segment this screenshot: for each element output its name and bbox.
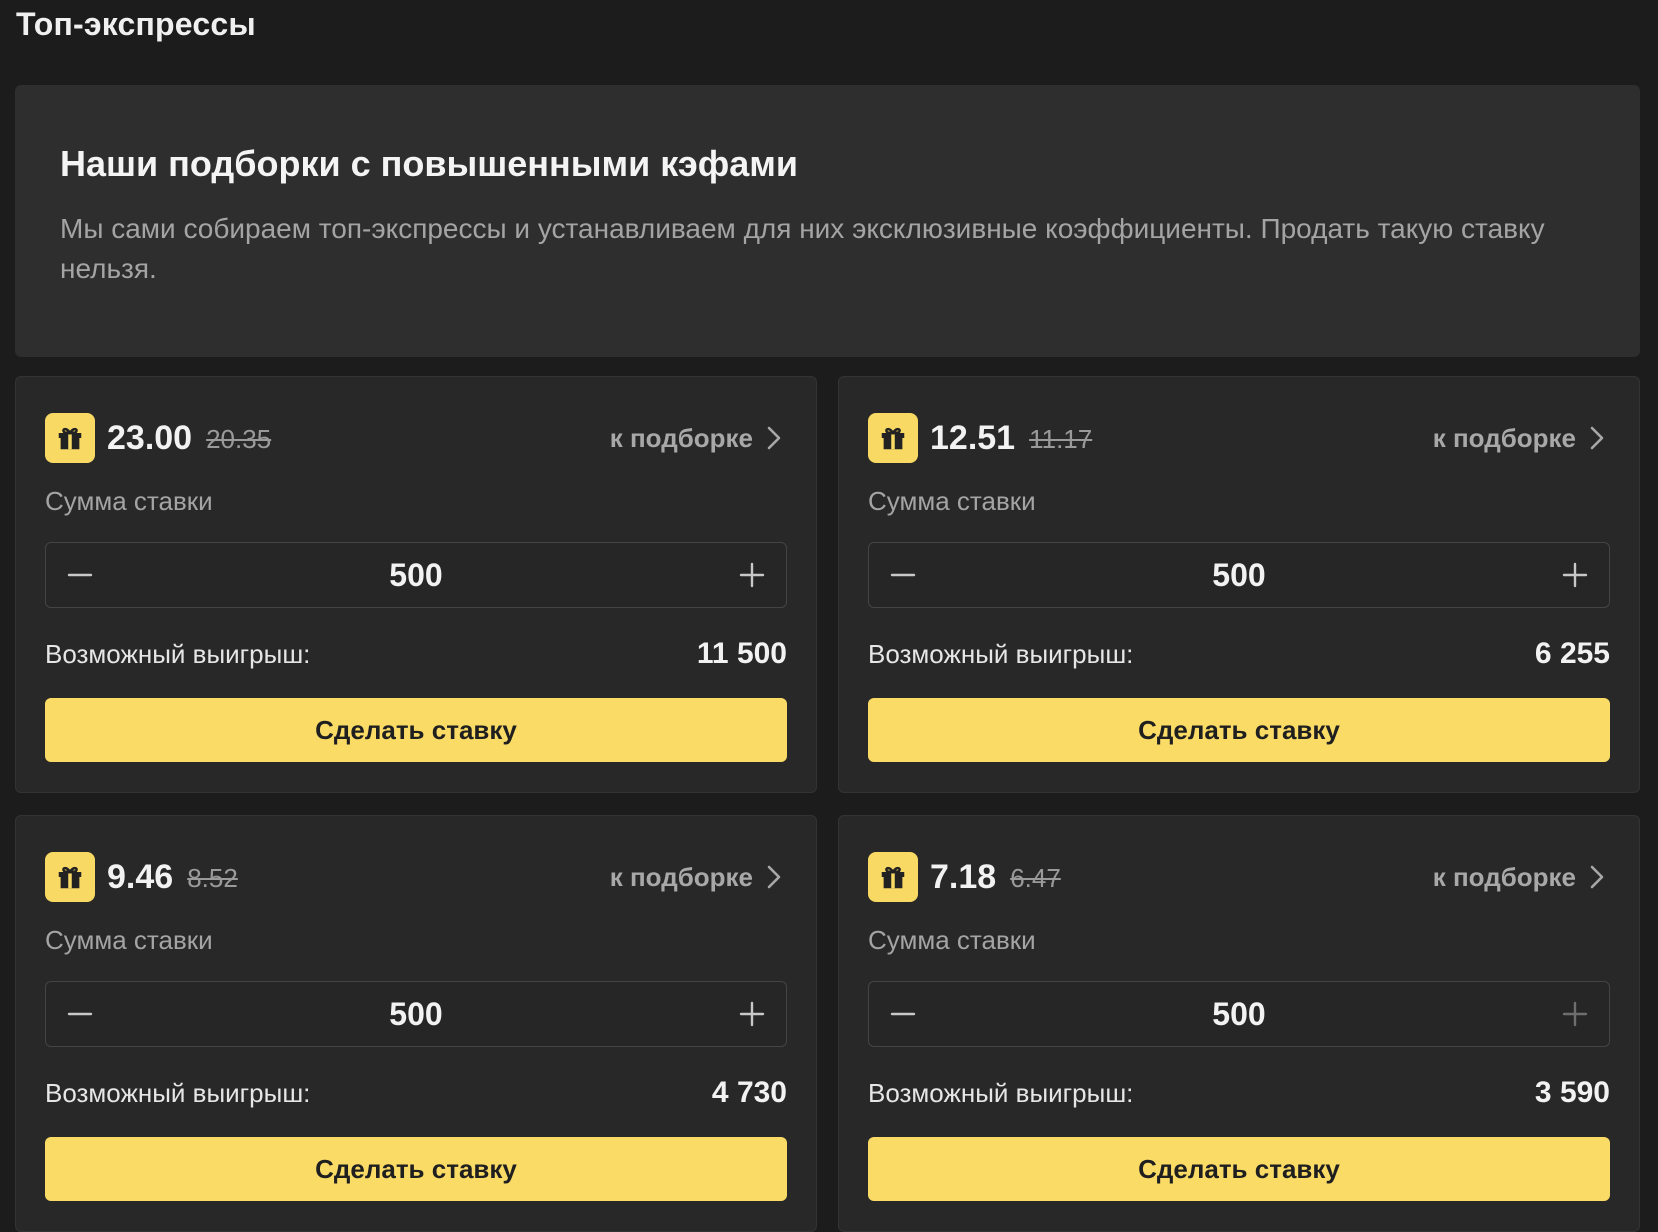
original-odds: 20.35: [206, 423, 272, 454]
original-odds: 8.52: [187, 862, 238, 893]
plus-icon: [1562, 1001, 1588, 1027]
express-card: 9.46 8.52 к подборке Сумма ставки 500 Во…: [15, 815, 817, 1232]
stake-stepper: 500: [45, 981, 787, 1047]
chevron-right-icon: [1590, 426, 1604, 450]
possible-win-row: Возможный выигрыш: 6 255: [868, 636, 1610, 672]
card-header: 9.46 8.52 к подборке: [45, 852, 787, 902]
increase-stake-button[interactable]: [718, 543, 786, 607]
card-header: 12.51 11.17 к подборке: [868, 413, 1610, 463]
to-collection-label: к подборке: [1432, 861, 1576, 892]
decrease-stake-button[interactable]: [46, 543, 114, 607]
stake-stepper: 500: [868, 542, 1610, 608]
possible-win-label: Возможный выигрыш:: [45, 1077, 311, 1108]
express-card: 7.18 6.47 к подборке Сумма ставки 500 Во…: [838, 815, 1640, 1232]
possible-win-value: 3 590: [1534, 1076, 1610, 1109]
place-bet-button[interactable]: Сделать ставку: [868, 698, 1610, 762]
gift-icon: [868, 413, 918, 463]
to-collection-link[interactable]: к подборке: [610, 423, 787, 454]
intro-heading: Наши подборки с повышенными кэфами: [60, 143, 798, 184]
possible-win-value: 6 255: [1534, 637, 1610, 670]
increase-stake-button[interactable]: [1541, 982, 1609, 1046]
express-card: 12.51 11.17 к подборке Сумма ставки 500 …: [838, 376, 1640, 793]
to-collection-label: к подборке: [609, 422, 753, 453]
to-collection-link[interactable]: к подборке: [1433, 862, 1610, 893]
intro-text: Мы сами собираем топ-экспрессы и устанав…: [60, 213, 1545, 284]
card-header: 7.18 6.47 к подборке: [868, 852, 1610, 902]
possible-win-value: 11 500: [696, 637, 787, 670]
stake-input[interactable]: 500: [937, 557, 1541, 594]
possible-win-row: Возможный выигрыш: 11 500: [45, 636, 787, 672]
original-odds: 6.47: [1010, 862, 1061, 893]
decrease-stake-button[interactable]: [869, 543, 937, 607]
boosted-odds: 9.46: [107, 857, 174, 896]
gift-icon: [45, 852, 95, 902]
possible-win-label: Возможный выигрыш:: [45, 638, 311, 669]
express-card: 23.00 20.35 к подборке Сумма ставки 500 …: [15, 376, 817, 793]
place-bet-button[interactable]: Сделать ставку: [45, 698, 787, 762]
plus-icon: [1562, 562, 1588, 588]
gift-icon: [45, 413, 95, 463]
minus-icon: [890, 573, 916, 577]
stake-stepper: 500: [45, 542, 787, 608]
to-collection-link[interactable]: к подборке: [610, 862, 787, 893]
intro-banner: Наши подборки с повышенными кэфами Мы са…: [15, 85, 1640, 357]
stake-label: Сумма ставки: [45, 486, 213, 516]
express-grid: 23.00 20.35 к подборке Сумма ставки 500 …: [15, 376, 1640, 1232]
page-title: Топ-экспрессы: [16, 6, 256, 42]
stake-input[interactable]: 500: [114, 557, 718, 594]
place-bet-button[interactable]: Сделать ставку: [45, 1137, 787, 1201]
possible-win-row: Возможный выигрыш: 3 590: [868, 1075, 1610, 1111]
gift-icon: [868, 852, 918, 902]
chevron-right-icon: [767, 426, 781, 450]
minus-icon: [67, 573, 93, 577]
possible-win-label: Возможный выигрыш:: [868, 1077, 1134, 1108]
minus-icon: [67, 1012, 93, 1016]
original-odds: 11.17: [1029, 423, 1093, 454]
stake-label: Сумма ставки: [868, 925, 1036, 955]
place-bet-button[interactable]: Сделать ставку: [868, 1137, 1610, 1201]
card-header: 23.00 20.35 к подборке: [45, 413, 787, 463]
plus-icon: [739, 1001, 765, 1027]
stake-input[interactable]: 500: [937, 996, 1541, 1033]
decrease-stake-button[interactable]: [46, 982, 114, 1046]
to-collection-label: к подборке: [1432, 422, 1576, 453]
increase-stake-button[interactable]: [718, 982, 786, 1046]
chevron-right-icon: [767, 865, 781, 889]
boosted-odds: 7.18: [930, 857, 997, 896]
stake-label: Сумма ставки: [45, 925, 213, 955]
boosted-odds: 12.51: [930, 418, 1016, 457]
possible-win-value: 4 730: [711, 1076, 787, 1109]
boosted-odds: 23.00: [107, 418, 193, 457]
minus-icon: [890, 1012, 916, 1016]
chevron-right-icon: [1590, 865, 1604, 889]
possible-win-label: Возможный выигрыш:: [868, 638, 1134, 669]
decrease-stake-button[interactable]: [869, 982, 937, 1046]
increase-stake-button[interactable]: [1541, 543, 1609, 607]
stake-label: Сумма ставки: [868, 486, 1036, 516]
stake-input[interactable]: 500: [114, 996, 718, 1033]
possible-win-row: Возможный выигрыш: 4 730: [45, 1075, 787, 1111]
to-collection-label: к подборке: [609, 861, 753, 892]
plus-icon: [739, 562, 765, 588]
to-collection-link[interactable]: к подборке: [1433, 423, 1610, 454]
stake-stepper: 500: [868, 981, 1610, 1047]
